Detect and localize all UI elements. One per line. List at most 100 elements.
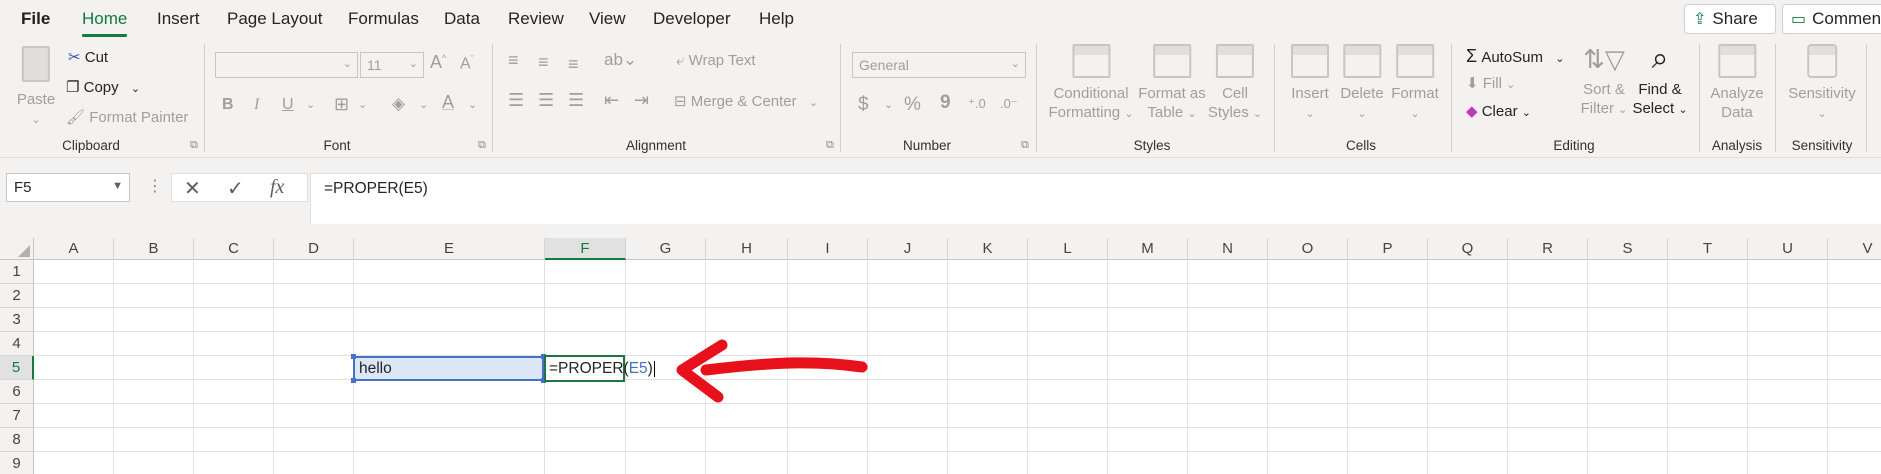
cancel-icon[interactable]: ✕ [184,176,201,201]
chevron-down-icon[interactable]: ⌄ [306,98,315,111]
cell-e5[interactable]: hello [351,354,546,383]
row-header-6[interactable]: 6 [0,380,34,404]
column-header-f[interactable]: F [545,238,626,260]
more-options-icon[interactable]: ⋮ [147,176,163,196]
tab-formulas[interactable]: Formulas [348,9,419,29]
conditional-formatting-button[interactable]: Conditional Formatting ⌄ [1048,44,1134,124]
chevron-down-icon[interactable]: ⌄ [419,98,428,111]
orientation-icon[interactable]: ab⌄ [604,50,637,70]
tab-page-layout[interactable]: Page Layout [227,9,322,29]
bold-button[interactable]: B [222,96,234,114]
sensitivity-button[interactable]: Sensitivity ⌄ [1788,44,1856,124]
comments-button[interactable]: ▭ Comments [1782,4,1881,34]
column-header-d[interactable]: D [274,238,354,260]
increase-decimal-icon[interactable]: ⁺.0 [968,96,986,112]
alignment-launcher-icon[interactable]: ⧉ [826,139,834,152]
format-cells-button[interactable]: Format ⌄ [1391,44,1439,124]
font-color-icon[interactable]: A [442,92,454,113]
column-header-p[interactable]: P [1348,238,1428,260]
row-header-2[interactable]: 2 [0,284,34,308]
column-header-a[interactable]: A [34,238,114,260]
share-button[interactable]: ⇪ Share [1684,4,1776,34]
format-as-table-button[interactable]: Format as Table ⌄ [1138,44,1206,124]
align-left-icon[interactable]: ☰ [508,90,524,111]
range-handle[interactable] [351,378,356,383]
font-launcher-icon[interactable]: ⧉ [478,139,486,152]
merge-center-button[interactable]: ⊟ Merge & Center ⌄ [674,92,818,110]
column-header-k[interactable]: K [948,238,1028,260]
copy-button[interactable]: ❐ Copy ⌄ [66,78,140,96]
find-select-button[interactable]: ⌕ Find & Select ⌄ [1632,40,1687,120]
insert-cells-button[interactable]: Insert ⌄ [1291,44,1329,124]
align-top-icon[interactable]: ≡ [508,50,519,71]
tab-developer[interactable]: Developer [653,9,731,29]
italic-button[interactable]: I [254,96,259,114]
clear-button[interactable]: ◆ Clear ⌄ [1466,102,1531,120]
row-header-1[interactable]: 1 [0,260,34,284]
column-header-v[interactable]: V [1828,238,1881,260]
row-header-5[interactable]: 5 [0,356,34,380]
range-handle[interactable] [351,354,356,359]
column-header-i[interactable]: I [788,238,868,260]
align-middle-icon[interactable]: ≡ [538,52,549,73]
cut-button[interactable]: ✂ Cut [68,48,108,66]
row-header-3[interactable]: 3 [0,308,34,332]
align-bottom-icon[interactable]: ≡ [568,54,579,75]
chevron-down-icon[interactable]: ⌄ [468,98,477,111]
font-size-dropdown[interactable]: 11 ⌄ [360,52,424,78]
column-header-j[interactable]: J [868,238,948,260]
row-header-9[interactable]: 9 [0,452,34,474]
cell-styles-button[interactable]: Cell Styles ⌄ [1208,44,1262,124]
underline-button[interactable]: U [282,96,294,114]
row-header-4[interactable]: 4 [0,332,34,356]
tab-home[interactable]: Home [82,9,128,37]
column-header-t[interactable]: T [1668,238,1748,260]
column-header-b[interactable]: B [114,238,194,260]
align-right-icon[interactable]: ☰ [568,90,584,111]
sort-filter-button[interactable]: ⇅▽ Sort & Filter ⌄ [1581,40,1628,120]
paste-button[interactable]: Paste ⌄ [17,46,55,130]
decrease-indent-icon[interactable]: ⇤ [604,90,619,111]
fill-color-icon[interactable]: ◈ [392,94,405,114]
font-name-dropdown[interactable]: ⌄ [215,52,358,78]
number-launcher-icon[interactable]: ⧉ [1021,139,1029,152]
column-header-r[interactable]: R [1508,238,1588,260]
fill-button[interactable]: ⬇ Fill ⌄ [1466,74,1515,92]
align-center-icon[interactable]: ☰ [538,90,554,111]
column-header-e[interactable]: E [354,238,545,260]
analyze-data-button[interactable]: Analyze Data [1710,44,1764,122]
name-box[interactable]: F5 ▼ [6,173,130,202]
tab-view[interactable]: View [589,9,626,29]
row-header-7[interactable]: 7 [0,404,34,428]
format-painter-button[interactable]: 🖌 Format Painter [66,108,188,126]
column-header-h[interactable]: H [706,238,788,260]
increase-indent-icon[interactable]: ⇥ [634,90,649,111]
clipboard-launcher-icon[interactable]: ⧉ [190,139,198,152]
insert-function-icon[interactable]: fx [270,176,284,199]
tab-review[interactable]: Review [508,9,564,29]
column-header-n[interactable]: N [1188,238,1268,260]
tab-insert[interactable]: Insert [157,9,200,29]
autosum-button[interactable]: Σ AutoSum ⌄ [1466,46,1564,67]
column-header-o[interactable]: O [1268,238,1348,260]
cell-f5-editor[interactable]: =PROPER(E5) [544,355,655,382]
increase-font-icon[interactable]: A^ [430,52,446,73]
column-header-l[interactable]: L [1028,238,1108,260]
borders-icon[interactable]: ⊞ [334,94,349,115]
row-header-8[interactable]: 8 [0,428,34,452]
column-header-q[interactable]: Q [1428,238,1508,260]
comma-style-button[interactable]: 9 [940,92,951,114]
column-header-g[interactable]: G [626,238,706,260]
select-all-button[interactable] [0,238,34,260]
delete-cells-button[interactable]: Delete ⌄ [1340,44,1384,124]
decrease-decimal-icon[interactable]: .0⁻ [1000,96,1018,112]
tab-help[interactable]: Help [759,9,794,29]
currency-button[interactable]: $ [858,94,869,116]
column-header-u[interactable]: U [1748,238,1828,260]
percent-button[interactable]: % [904,94,921,116]
number-format-dropdown[interactable]: General ⌄ [852,52,1026,78]
tab-data[interactable]: Data [444,9,480,29]
column-header-c[interactable]: C [194,238,274,260]
chevron-down-icon[interactable]: ⌄ [884,98,893,111]
column-header-s[interactable]: S [1588,238,1668,260]
